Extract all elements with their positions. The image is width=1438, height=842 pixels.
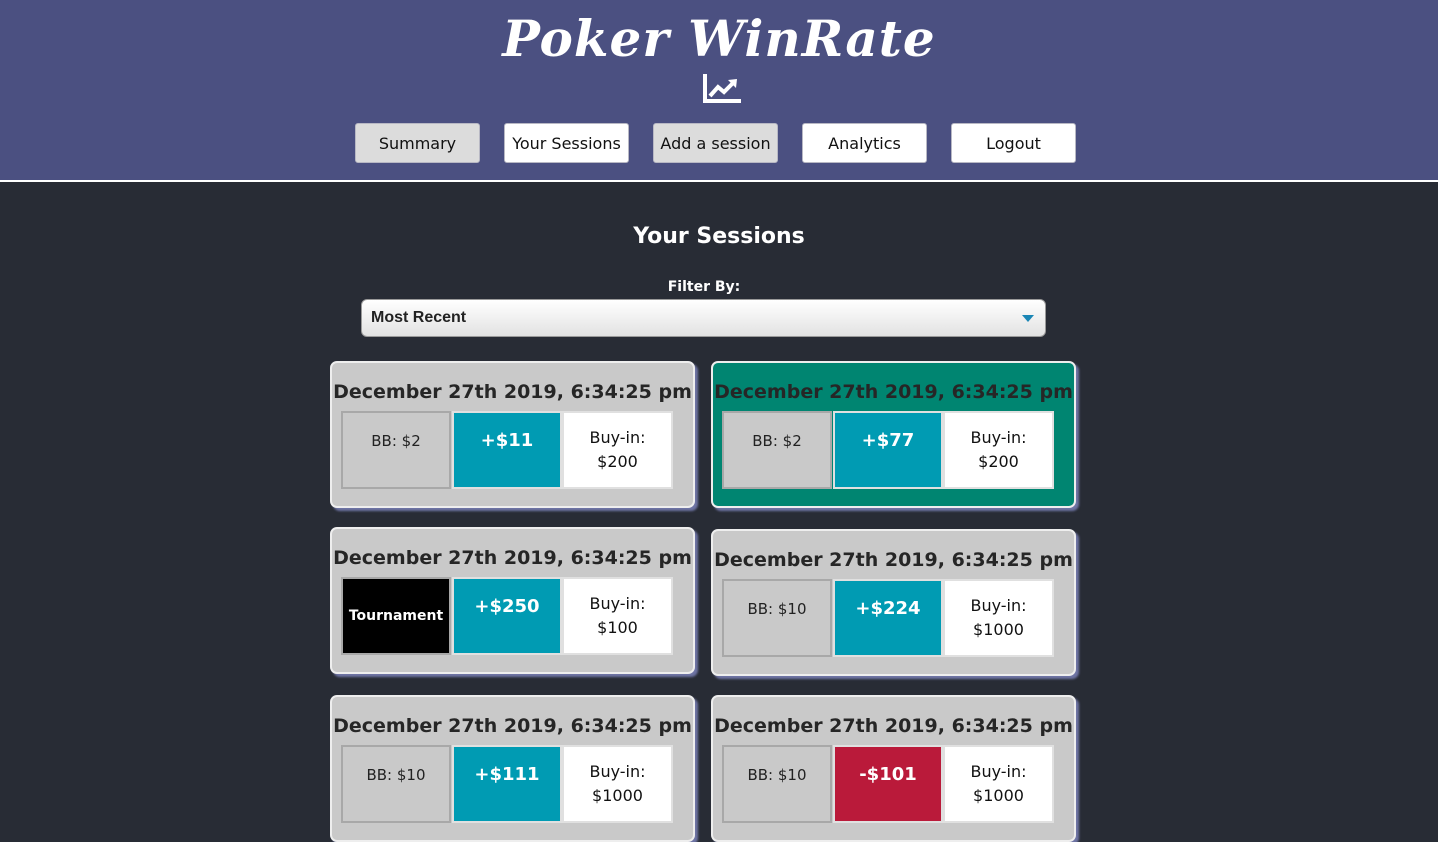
app-logo-title: Poker WinRate (502, 9, 936, 68)
session-buyin: Buy-in: $200 (943, 411, 1054, 489)
session-buyin: Buy-in: $1000 (943, 745, 1054, 823)
header: Poker WinRate Summary Your Sessions Add … (0, 0, 1438, 182)
session-profit: +$11 (452, 411, 562, 489)
nav-summary-button[interactable]: Summary (355, 123, 480, 163)
session-buyin-label: Buy-in: (589, 428, 646, 447)
session-date: December 27th 2019, 6:34:25 pm (333, 381, 692, 403)
session-stakes: BB: $2 (341, 411, 451, 489)
session-profit: +$224 (833, 579, 943, 657)
session-date: December 27th 2019, 6:34:25 pm (333, 547, 692, 569)
session-card[interactable]: December 27th 2019, 6:34:25 pm BB: $10 -… (711, 695, 1076, 842)
session-date: December 27th 2019, 6:34:25 pm (714, 715, 1073, 737)
session-card[interactable]: December 27th 2019, 6:34:25 pm BB: $2 +$… (711, 361, 1076, 508)
main-nav: Summary Your Sessions Add a session Anal… (0, 123, 1438, 163)
chevron-down-icon (1022, 315, 1034, 322)
session-type-tournament: Tournament (341, 577, 451, 655)
session-stakes: BB: $2 (722, 411, 832, 489)
nav-your-sessions-button[interactable]: Your Sessions (504, 123, 629, 163)
session-date: December 27th 2019, 6:34:25 pm (333, 715, 692, 737)
session-buyin-value: $200 (597, 452, 638, 471)
session-card[interactable]: December 27th 2019, 6:34:25 pm BB: $10 +… (711, 529, 1076, 676)
session-buyin: Buy-in: $1000 (943, 579, 1054, 657)
session-stakes: BB: $10 (341, 745, 451, 823)
filter-select-value: Most Recent (371, 309, 467, 326)
session-card[interactable]: December 27th 2019, 6:34:25 pm BB: $10 +… (330, 695, 695, 842)
session-stakes: BB: $10 (722, 579, 832, 657)
session-buyin-value: $1000 (973, 786, 1024, 805)
session-date: December 27th 2019, 6:34:25 pm (714, 381, 1073, 403)
page-title: Your Sessions (633, 224, 805, 249)
session-date: December 27th 2019, 6:34:25 pm (714, 549, 1073, 571)
session-buyin: Buy-in: $200 (562, 411, 673, 489)
session-buyin-label: Buy-in: (970, 596, 1027, 615)
nav-logout-button[interactable]: Logout (951, 123, 1076, 163)
session-buyin-label: Buy-in: (970, 428, 1027, 447)
session-buyin-label: Buy-in: (970, 762, 1027, 781)
session-profit: +$250 (452, 577, 562, 655)
session-stakes: BB: $10 (722, 745, 832, 823)
session-buyin: Buy-in: $1000 (562, 745, 673, 823)
session-profit: +$77 (833, 411, 943, 489)
session-buyin: Buy-in: $100 (562, 577, 673, 655)
session-buyin-value: $200 (978, 452, 1019, 471)
session-profit: -$101 (833, 745, 943, 823)
session-buyin-value: $1000 (592, 786, 643, 805)
session-card[interactable]: December 27th 2019, 6:34:25 pm BB: $2 +$… (330, 361, 695, 508)
session-card[interactable]: December 27th 2019, 6:34:25 pm Tournamen… (330, 527, 695, 674)
session-buyin-label: Buy-in: (589, 762, 646, 781)
nav-add-session-button[interactable]: Add a session (653, 123, 778, 163)
session-buyin-value: $100 (597, 618, 638, 637)
filter-label: Filter By: (667, 279, 741, 295)
filter-select[interactable]: Most Recent (361, 299, 1046, 337)
nav-analytics-button[interactable]: Analytics (802, 123, 927, 163)
line-chart-icon (703, 74, 741, 103)
session-buyin-value: $1000 (973, 620, 1024, 639)
session-profit: +$111 (452, 745, 562, 823)
session-buyin-label: Buy-in: (589, 594, 646, 613)
